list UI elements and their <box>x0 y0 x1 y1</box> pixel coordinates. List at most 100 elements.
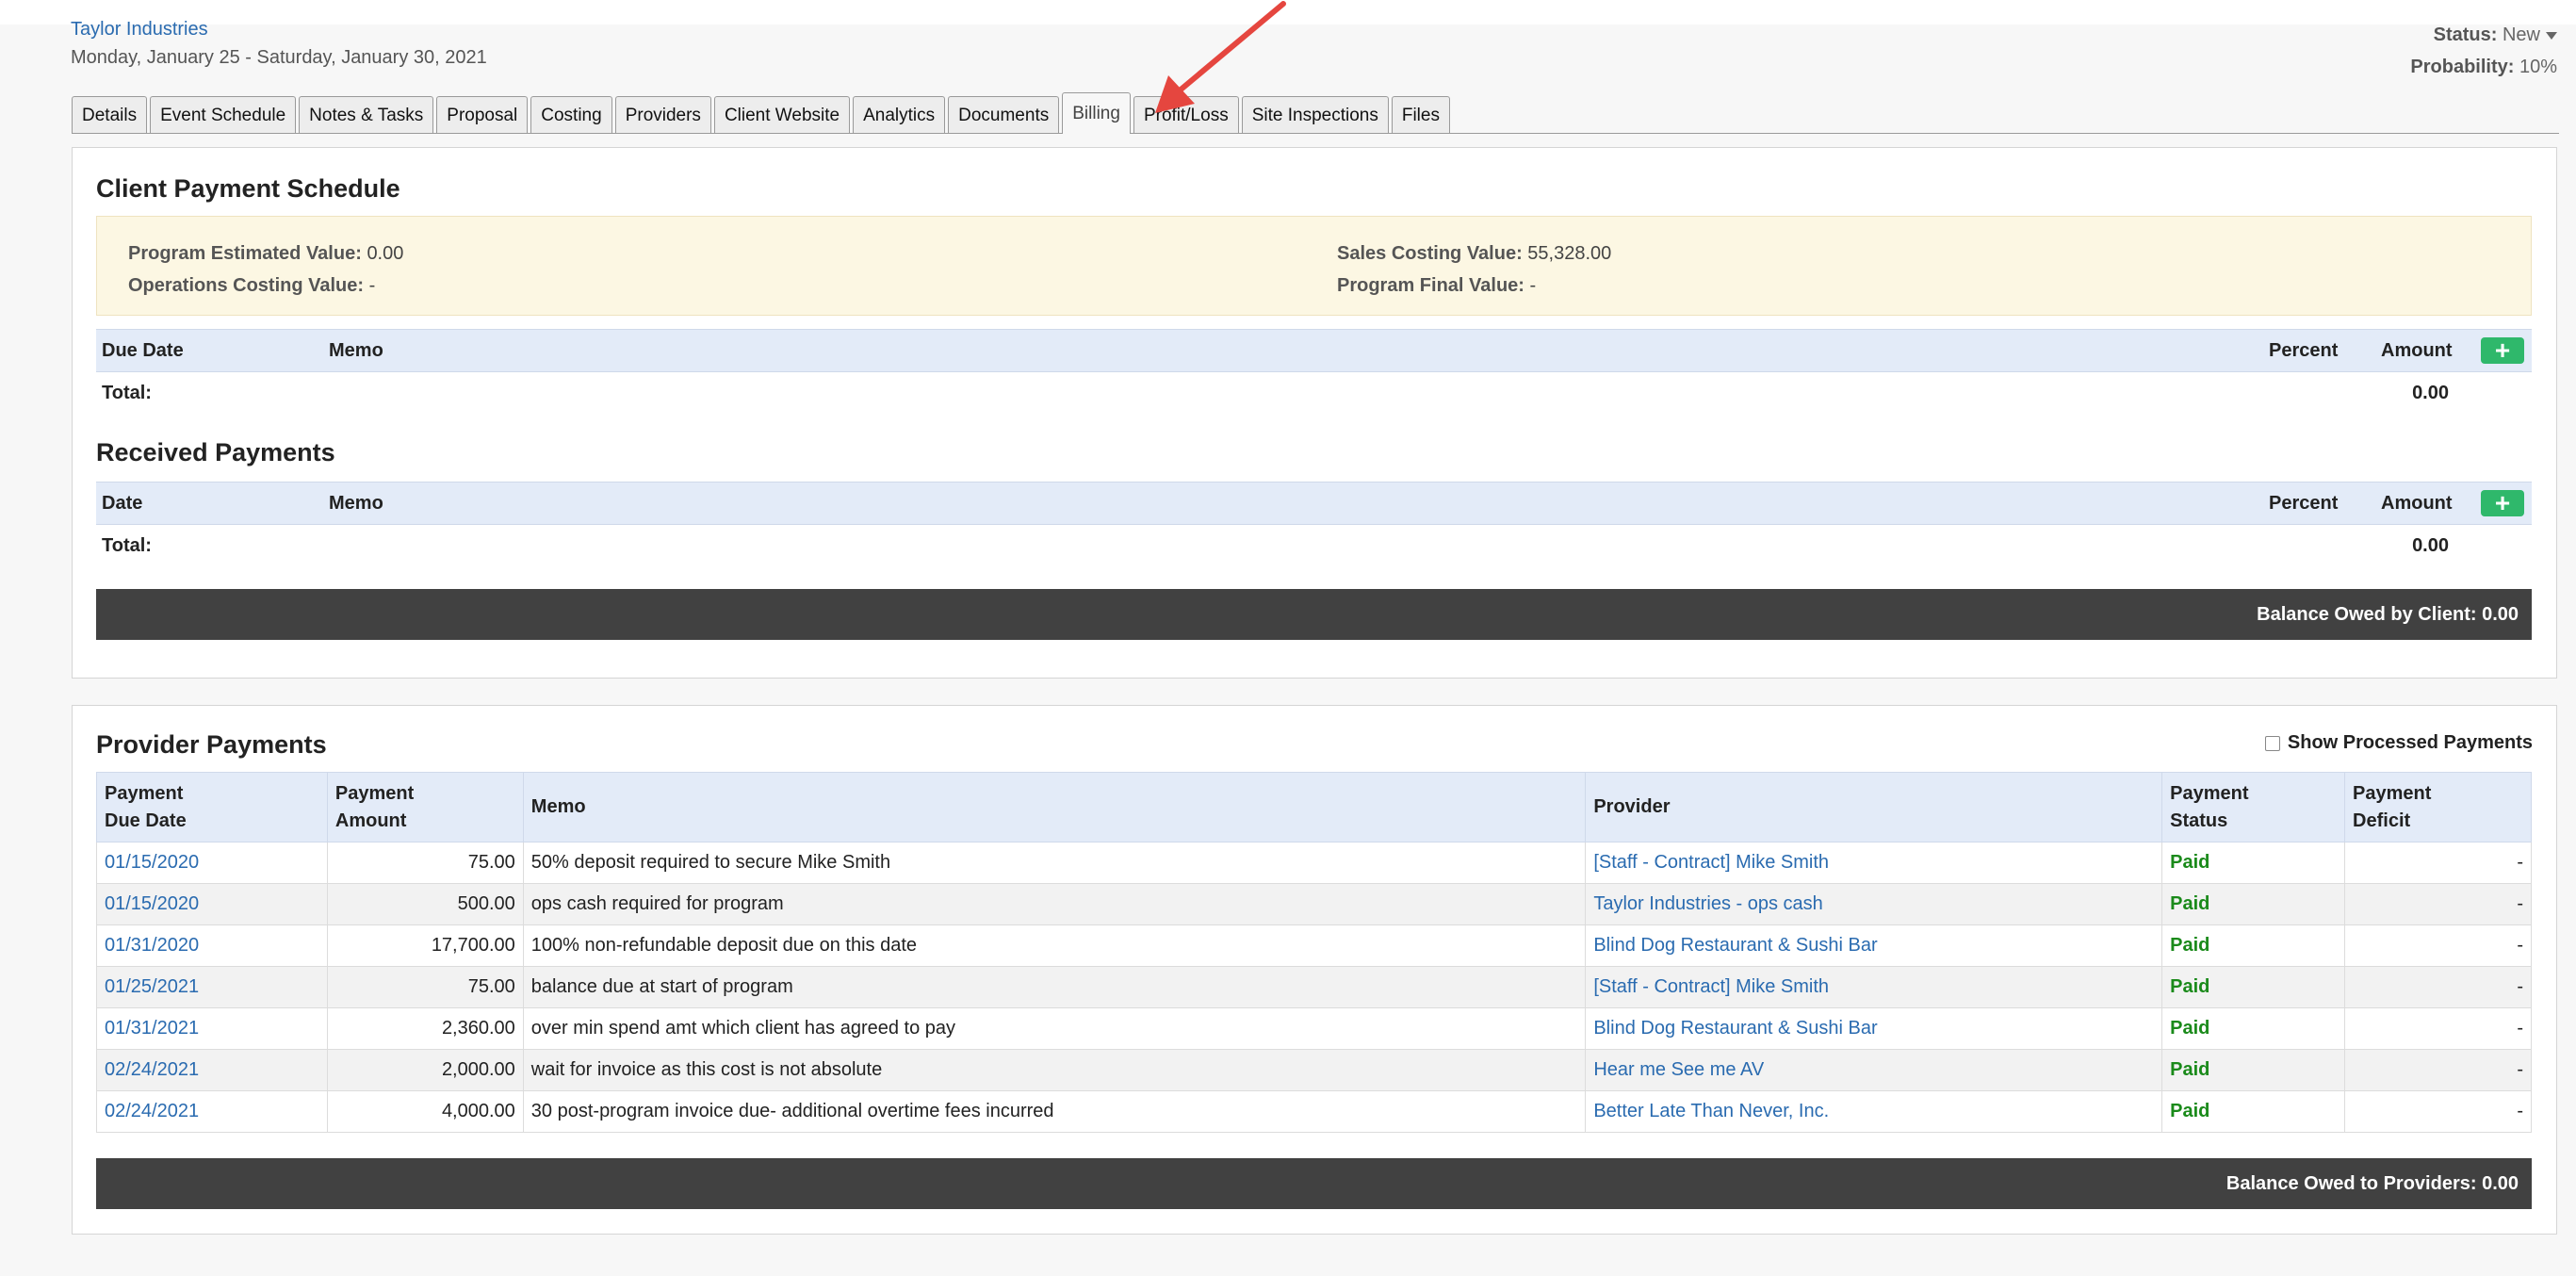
chevron-down-icon[interactable] <box>2546 31 2557 40</box>
provider-link[interactable]: Blind Dog Restaurant & Sushi Bar <box>1585 924 2163 967</box>
show-processed-label: Show Processed Payments <box>2287 732 2533 753</box>
provider-link[interactable]: Taylor Industries - ops cash <box>1585 883 2163 925</box>
tab-analytics[interactable]: Analytics <box>853 96 946 134</box>
payment-due-date-link[interactable]: 01/15/2020 <box>96 883 328 925</box>
tab-bar: Details Event Schedule Notes & Tasks Pro… <box>72 92 1453 134</box>
received-payments-total-label: Total: <box>102 535 152 556</box>
provider-payments-panel: Provider Payments Show Processed Payment… <box>72 705 2557 1235</box>
top-band <box>0 0 2576 25</box>
payment-status: Paid <box>2161 1090 2346 1133</box>
payment-schedule-total-label: Total: <box>102 383 152 403</box>
col-provider: Provider <box>1585 772 2163 842</box>
payment-due-date-link[interactable]: 02/24/2021 <box>96 1049 328 1091</box>
provider-link[interactable]: Better Late Than Never, Inc. <box>1585 1090 2163 1133</box>
tab-costing[interactable]: Costing <box>530 96 612 134</box>
payment-deficit: - <box>2344 1049 2532 1091</box>
table-row: 01/31/2021 2,360.00 over min spend amt w… <box>96 1007 2532 1050</box>
sales-costing-value: Sales Costing Value: 55,328.00 <box>1337 243 1611 265</box>
col-percent: Percent <box>2269 493 2339 514</box>
provider-link[interactable]: Blind Dog Restaurant & Sushi Bar <box>1585 1007 2163 1050</box>
payment-status: Paid <box>2161 883 2346 925</box>
status-block: Status: New Probability: 10% <box>2410 19 2557 83</box>
tab-documents[interactable]: Documents <box>948 96 1060 134</box>
col-date: Date <box>102 493 143 514</box>
add-received-payment-button[interactable]: + <box>2481 490 2524 516</box>
received-payments-title: Received Payments <box>96 438 335 466</box>
table-row: 01/31/2020 17,700.00 100% non-refundable… <box>96 924 2532 967</box>
table-row: 02/24/2021 4,000.00 30 post-program invo… <box>96 1090 2532 1133</box>
payment-deficit: - <box>2344 924 2532 967</box>
provider-link[interactable]: [Staff - Contract] Mike Smith <box>1585 842 2163 884</box>
payment-amount: 4,000.00 <box>326 1090 524 1133</box>
col-payment-due-date: Payment Due Date <box>96 772 328 842</box>
tab-proposal[interactable]: Proposal <box>436 96 529 134</box>
payment-amount: 2,000.00 <box>326 1049 524 1091</box>
payment-due-date-link[interactable]: 02/24/2021 <box>96 1090 328 1133</box>
col-percent: Percent <box>2269 340 2339 361</box>
program-estimated-value: Program Estimated Value: 0.00 <box>128 243 403 265</box>
program-estimated-amount: 0.00 <box>367 243 404 264</box>
add-payment-schedule-button[interactable]: + <box>2481 337 2524 364</box>
provider-payments-table: Payment Due Date Payment Amount Memo Provi… <box>96 772 2532 1133</box>
payment-due-date-link[interactable]: 01/31/2020 <box>96 924 328 967</box>
status-label: Status: <box>2433 25 2498 45</box>
show-processed-toggle[interactable]: Show Processed Payments <box>2264 732 2533 754</box>
col-due-date: Due Date <box>102 340 184 361</box>
status-row[interactable]: Status: New <box>2410 19 2557 51</box>
col-amount: Amount <box>2381 340 2453 361</box>
received-payments-total-value: 0.00 <box>2412 535 2449 556</box>
col-memo: Memo <box>522 772 1587 842</box>
provider-payments-title: Provider Payments <box>96 730 327 759</box>
program-final-amount: - <box>1529 275 1537 296</box>
tab-files[interactable]: Files <box>1391 96 1450 134</box>
tab-profit-loss[interactable]: Profit/Loss <box>1133 96 1239 134</box>
probability-value: 10% <box>2519 57 2557 77</box>
program-values-box: Program Estimated Value: 0.00 Operations… <box>96 216 2532 316</box>
show-processed-checkbox[interactable] <box>2264 735 2280 751</box>
tab-details[interactable]: Details <box>72 96 148 134</box>
client-payment-schedule-title: Client Payment Schedule <box>96 174 400 203</box>
client-balance-bar: Balance Owed by Client: 0.00 <box>96 589 2532 640</box>
tab-event-schedule[interactable]: Event Schedule <box>150 96 297 134</box>
event-date-range: Monday, January 25 - Saturday, January 3… <box>71 47 487 68</box>
sales-costing-amount: 55,328.00 <box>1527 243 1612 264</box>
col-amount: Amount <box>2381 493 2453 514</box>
provider-link[interactable]: Hear me See me AV <box>1585 1049 2163 1091</box>
payment-due-date-link[interactable]: 01/25/2021 <box>96 966 328 1008</box>
payment-amount: 2,360.00 <box>326 1007 524 1050</box>
table-row: 01/15/2020 75.00 50% deposit required to… <box>96 842 2532 884</box>
payment-deficit: - <box>2344 1090 2532 1133</box>
payment-status: Paid <box>2161 842 2346 884</box>
col-memo: Memo <box>329 340 383 361</box>
tab-site-inspections[interactable]: Site Inspections <box>1241 96 1389 134</box>
sales-costing-label: Sales Costing Value: <box>1337 243 1523 264</box>
tab-notes-tasks[interactable]: Notes & Tasks <box>299 96 434 134</box>
payment-memo: 50% deposit required to secure Mike Smit… <box>522 842 1587 884</box>
provider-link[interactable]: [Staff - Contract] Mike Smith <box>1585 966 2163 1008</box>
col-payment-deficit: Payment Deficit <box>2344 772 2532 842</box>
payment-memo: wait for invoice as this cost is not abs… <box>522 1049 1587 1091</box>
table-row: 01/15/2020 500.00 ops cash required for … <box>96 883 2532 925</box>
providers-balance-bar: Balance Owed to Providers: 0.00 <box>96 1158 2532 1209</box>
payment-memo: 100% non-refundable deposit due on this … <box>522 924 1587 967</box>
tab-billing[interactable]: Billing <box>1062 92 1131 134</box>
payment-deficit: - <box>2344 842 2532 884</box>
tab-providers[interactable]: Providers <box>614 96 711 134</box>
payment-schedule-total-row: Total: 0.00 <box>96 372 2532 414</box>
payment-schedule-total-value: 0.00 <box>2412 383 2449 403</box>
client-billing-panel: Client Payment Schedule Program Estimate… <box>72 147 2557 679</box>
status-value[interactable]: New <box>2503 25 2540 45</box>
table-row: 01/25/2021 75.00 balance due at start of… <box>96 966 2532 1008</box>
payment-status: Paid <box>2161 924 2346 967</box>
program-estimated-label: Program Estimated Value: <box>128 243 362 264</box>
payment-deficit: - <box>2344 883 2532 925</box>
payment-due-date-link[interactable]: 01/15/2020 <box>96 842 328 884</box>
client-name-link[interactable]: Taylor Industries <box>71 19 208 41</box>
tab-client-website[interactable]: Client Website <box>713 96 851 134</box>
payment-memo: balance due at start of program <box>522 966 1587 1008</box>
operations-costing-amount: - <box>368 275 376 296</box>
col-payment-status: Payment Status <box>2161 772 2346 842</box>
probability-label: Probability: <box>2410 57 2515 77</box>
payment-due-date-link[interactable]: 01/31/2021 <box>96 1007 328 1050</box>
payment-schedule-header: Due Date Memo Percent Amount + <box>96 329 2532 372</box>
